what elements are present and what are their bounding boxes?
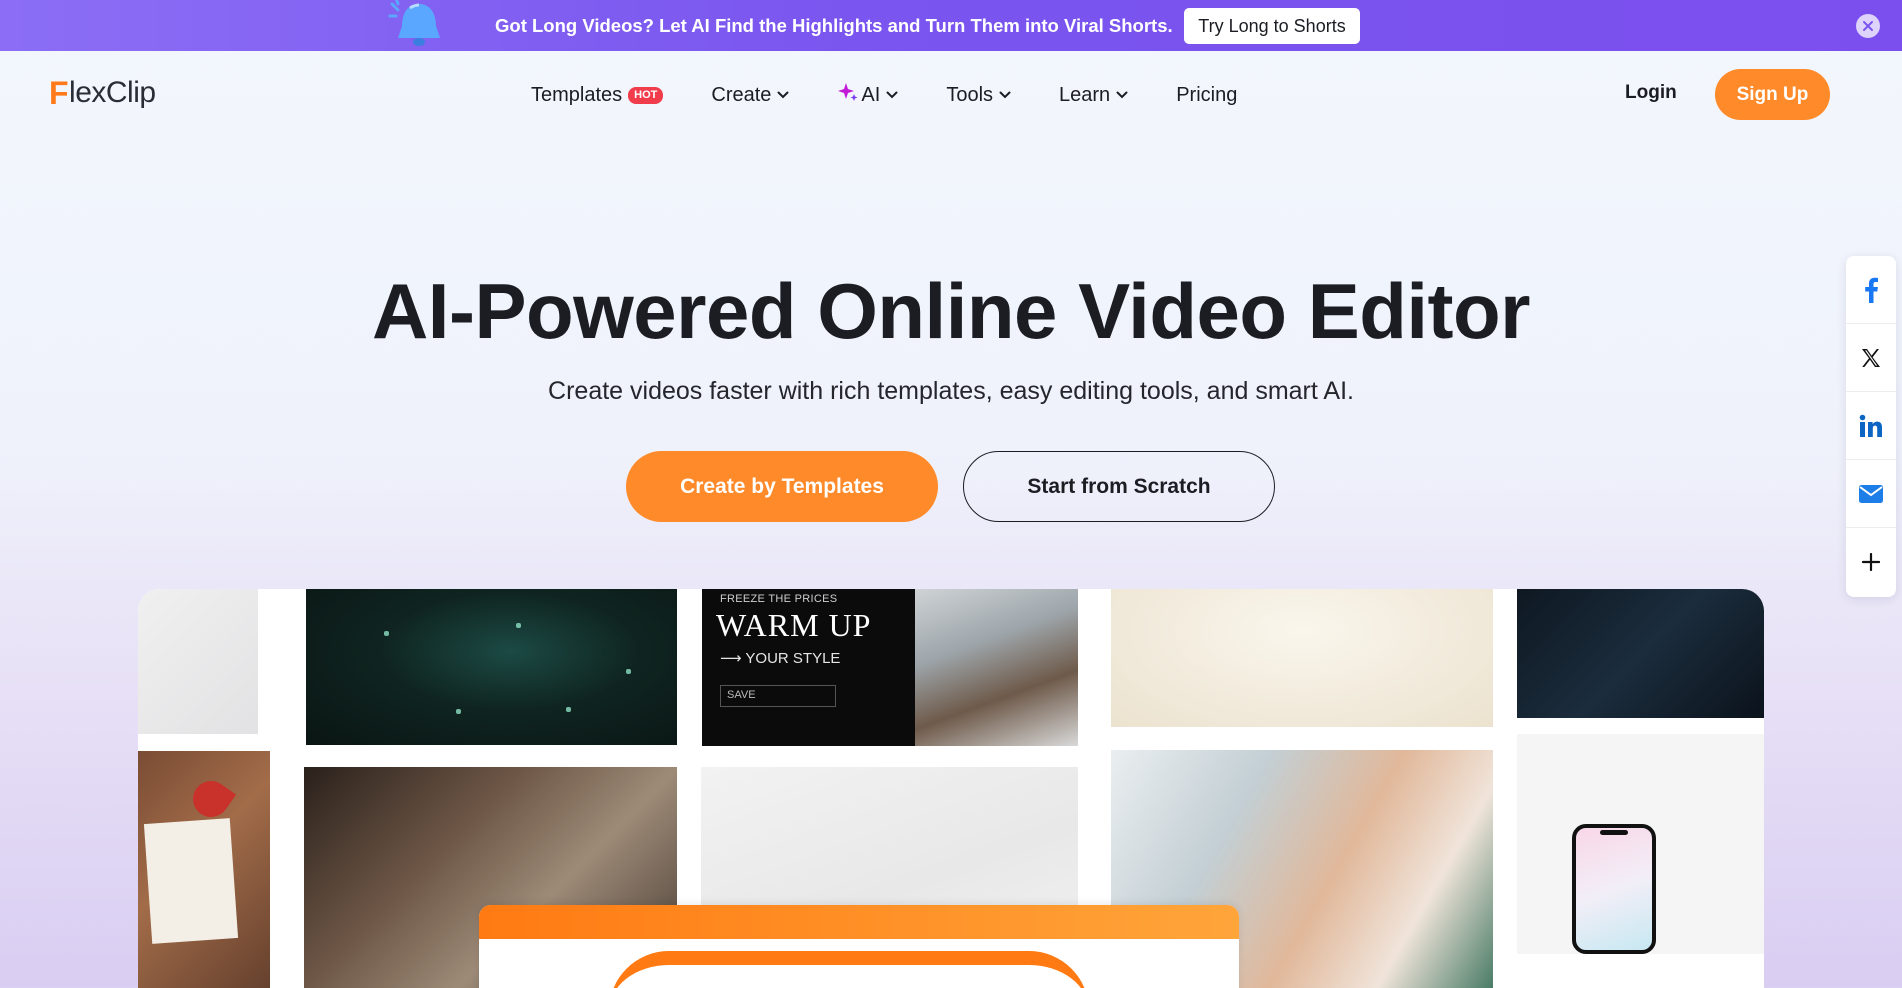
start-from-scratch-button[interactable]: Start from Scratch xyxy=(963,451,1275,522)
showcase-tile-phone xyxy=(1517,734,1764,954)
nav-item-label: Create xyxy=(711,83,772,106)
logo-text: lexClip xyxy=(69,76,156,109)
email-icon xyxy=(1859,484,1883,503)
phone-mockup xyxy=(1572,824,1656,954)
price-card xyxy=(479,905,1239,988)
chevron-down-icon xyxy=(777,91,789,99)
promo-headline: WARM UP xyxy=(716,607,872,643)
main-navigation: FlexClip Templates HOT Create AI Tools L… xyxy=(0,51,1902,139)
share-facebook-button[interactable] xyxy=(1846,256,1896,324)
showcase-tile-warm-up: FREEZE THE PRICES WARM UP ⟶ YOUR STYLE S… xyxy=(702,589,915,746)
banner-message: Got Long Videos? Let AI Find the Highlig… xyxy=(495,15,1173,36)
nav-item-label: Pricing xyxy=(1176,83,1238,106)
template-showcase: FREEZE THE PRICES WARM UP ⟶ YOUR STYLE S… xyxy=(138,589,1764,988)
chevron-down-icon xyxy=(1116,91,1128,99)
share-email-button[interactable] xyxy=(1846,460,1896,528)
hero-subtitle: Create videos faster with rich templates… xyxy=(548,377,1354,405)
logo-f: F xyxy=(49,74,69,111)
login-link[interactable]: Login xyxy=(1625,82,1677,104)
showcase-tile xyxy=(138,589,258,734)
nav-menu: Templates HOT Create AI Tools Learn Pric… xyxy=(531,81,1285,109)
nav-item-create[interactable]: Create xyxy=(711,81,789,109)
hot-badge: HOT xyxy=(628,86,664,104)
chevron-down-icon xyxy=(886,91,898,99)
nav-item-ai[interactable]: AI xyxy=(837,81,898,109)
promo-kicker: FREEZE THE PRICES xyxy=(720,593,838,605)
nav-item-learn[interactable]: Learn xyxy=(1059,81,1128,109)
bell-icon xyxy=(388,0,440,46)
showcase-tile-dark xyxy=(1517,589,1764,718)
showcase-tile-city-night xyxy=(306,589,677,745)
showcase-tile-autumn xyxy=(138,751,270,988)
flexclip-logo[interactable]: FlexClip xyxy=(49,74,156,112)
plus-icon xyxy=(1862,553,1880,571)
nav-item-label: Learn xyxy=(1059,83,1111,106)
nav-item-tools[interactable]: Tools xyxy=(946,81,1011,109)
nav-item-label: AI xyxy=(861,83,881,106)
sparkle-icon xyxy=(838,83,858,101)
showcase-tile-jackets xyxy=(915,589,1078,746)
hero-title: AI-Powered Online Video Editor xyxy=(371,267,1531,355)
nav-item-pricing[interactable]: Pricing xyxy=(1176,81,1237,109)
x-icon xyxy=(1862,348,1880,367)
close-banner-button[interactable] xyxy=(1856,14,1880,38)
photo-card xyxy=(143,818,239,944)
nav-item-templates[interactable]: Templates HOT xyxy=(531,81,664,109)
chevron-down-icon xyxy=(999,91,1011,99)
try-long-to-shorts-button[interactable]: Try Long to Shorts xyxy=(1184,8,1360,44)
share-more-button[interactable] xyxy=(1846,528,1896,596)
maple-leaf xyxy=(185,773,237,825)
share-linkedin-button[interactable] xyxy=(1846,392,1896,460)
promo-banner: Got Long Videos? Let AI Find the Highlig… xyxy=(0,0,1902,51)
linkedin-icon xyxy=(1859,414,1882,437)
sign-up-button[interactable]: Sign Up xyxy=(1715,69,1830,120)
nav-item-label: Templates xyxy=(531,83,623,106)
close-icon xyxy=(1863,21,1873,31)
facebook-icon xyxy=(1865,277,1878,303)
nav-item-label: Tools xyxy=(946,83,994,106)
showcase-tile-sparkle xyxy=(1111,589,1493,727)
share-x-button[interactable] xyxy=(1846,324,1896,392)
promo-tagline: ⟶ YOUR STYLE xyxy=(720,650,841,667)
promo-save-field: SAVE xyxy=(720,685,836,707)
share-sidebar xyxy=(1846,256,1896,597)
create-by-templates-button[interactable]: Create by Templates xyxy=(626,451,938,522)
